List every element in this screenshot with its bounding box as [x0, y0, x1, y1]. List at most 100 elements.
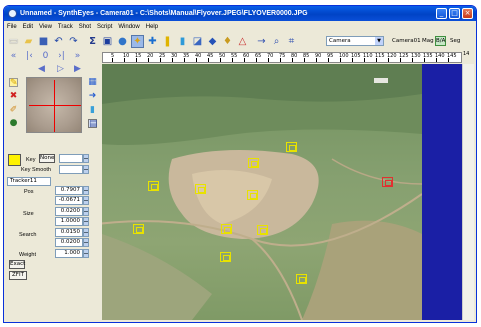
- step-back-icon[interactable]: |‹: [24, 51, 35, 62]
- seg-label[interactable]: Seg: [450, 38, 460, 44]
- sum-icon[interactable]: Σ: [86, 35, 99, 48]
- arrow-right-icon[interactable]: ➜: [88, 92, 97, 101]
- menu-view[interactable]: View: [39, 24, 52, 30]
- delete-icon[interactable]: ✖: [9, 92, 18, 101]
- minimize-button[interactable]: _: [436, 8, 447, 19]
- timeline-tick: [220, 58, 221, 62]
- graph-icon[interactable]: ◪: [191, 35, 204, 48]
- menu-window[interactable]: Window: [118, 24, 139, 30]
- fast-forward-icon[interactable]: »: [72, 51, 83, 62]
- tracker-marker[interactable]: [195, 184, 206, 194]
- cylinder-icon[interactable]: ▮: [88, 106, 97, 115]
- close-button[interactable]: ×: [462, 8, 473, 19]
- maximize-button[interactable]: □: [449, 8, 460, 19]
- aerial-footage: [102, 64, 422, 320]
- paint-icon[interactable]: ♦: [221, 35, 234, 48]
- timeline-tick: [196, 58, 197, 62]
- next-key-icon[interactable]: ▶: [74, 64, 81, 74]
- fit-icon[interactable]: ⌗: [285, 35, 298, 48]
- tracker-name-field[interactable]: Tracker11: [7, 177, 51, 186]
- tracker-marker[interactable]: [221, 224, 232, 234]
- pos-x-spinner[interactable]: [83, 186, 89, 195]
- key-smooth-spinner[interactable]: [83, 165, 89, 174]
- exact-button[interactable]: Exact: [9, 260, 25, 269]
- before-after-button[interactable]: B/A: [435, 36, 446, 46]
- timeline-tick: [316, 58, 317, 62]
- open-folder-icon[interactable]: ▰: [22, 35, 35, 48]
- globe-icon[interactable]: ●: [116, 35, 129, 48]
- menu-track[interactable]: Track: [58, 24, 73, 30]
- undo-icon[interactable]: ↶: [52, 35, 65, 48]
- pen-icon[interactable]: ✐: [9, 106, 18, 115]
- redo-icon[interactable]: ↷: [67, 35, 80, 48]
- timeline-tick: [340, 58, 341, 62]
- search-x-field[interactable]: 0.0150: [55, 228, 83, 237]
- weight-spinner[interactable]: [83, 249, 89, 258]
- timeline-tick: [328, 58, 329, 62]
- size-x-field[interactable]: 0.0200: [55, 207, 83, 216]
- lock-icon[interactable]: ●: [9, 119, 18, 128]
- pos-y-spinner[interactable]: [83, 196, 89, 205]
- cube-icon[interactable]: ◆: [206, 35, 219, 48]
- chevron-down-icon[interactable]: ▼: [375, 37, 383, 45]
- menu-script[interactable]: Script: [97, 24, 112, 30]
- tracker-marker[interactable]: [133, 224, 144, 234]
- table-icon[interactable]: ▤: [88, 119, 98, 129]
- play-icon[interactable]: ▷: [57, 64, 64, 74]
- pos-x-field[interactable]: 0.7907: [55, 186, 83, 195]
- title-bar[interactable]: Unnamed - SynthEyes - Camera01 - C:\Shot…: [4, 6, 476, 21]
- arrow-right-icon[interactable]: →: [255, 35, 268, 48]
- shape-icon[interactable]: △: [236, 35, 249, 48]
- tracker-tool-icon[interactable]: ✦: [131, 35, 144, 48]
- size-y-field[interactable]: 1.0000: [55, 217, 83, 226]
- film-icon[interactable]: ▣: [101, 35, 114, 48]
- prev-key-icon[interactable]: ◀: [38, 64, 45, 74]
- vertical-scrollbar[interactable]: [462, 64, 474, 320]
- key-field[interactable]: [59, 154, 83, 163]
- weight-field[interactable]: 1.000: [55, 249, 83, 258]
- menu-help[interactable]: Help: [146, 24, 158, 30]
- tracker-preview[interactable]: [26, 77, 82, 133]
- tracker-marker[interactable]: [286, 142, 297, 152]
- lens-icon[interactable]: ❚: [161, 35, 174, 48]
- search-y-field[interactable]: 0.0200: [55, 238, 83, 247]
- weight-label: Weight: [19, 252, 37, 258]
- timeline-ruler[interactable]: 5 10 15 20 25 30 35 40 45 50 55 60 65 70 75 80 85 90 95 100…: [102, 52, 462, 63]
- camera-select[interactable]: Camera ▼: [326, 36, 384, 46]
- solver-icon[interactable]: ✚: [146, 35, 159, 48]
- save-icon[interactable]: ■: [37, 35, 50, 48]
- current-frame[interactable]: 0: [40, 51, 51, 62]
- step-forward-icon[interactable]: ›|: [56, 51, 67, 62]
- tracker-create-icon[interactable]: ✎: [9, 78, 18, 88]
- camera-viewport[interactable]: [102, 64, 422, 320]
- key-spinner[interactable]: [83, 154, 89, 163]
- treeline-far: [102, 64, 422, 104]
- menu-file[interactable]: File: [7, 24, 17, 30]
- tracker-marker[interactable]: [248, 158, 259, 168]
- size-x-spinner[interactable]: [83, 207, 89, 216]
- timeline-tick: [424, 58, 425, 62]
- key-none-button[interactable]: None: [39, 154, 55, 163]
- tracker-marker[interactable]: [148, 181, 159, 191]
- size-y-spinner[interactable]: [83, 217, 89, 226]
- clipboard-icon[interactable]: ▮: [176, 35, 189, 48]
- rewind-icon[interactable]: «: [8, 51, 19, 62]
- zfit-button[interactable]: ZFIT: [9, 271, 27, 280]
- tracker-marker[interactable]: [220, 252, 231, 262]
- search-x-spinner[interactable]: [83, 228, 89, 237]
- tracker-marker[interactable]: [247, 190, 258, 200]
- key-smooth-field[interactable]: [59, 165, 83, 174]
- tracker-color-swatch[interactable]: [8, 154, 21, 166]
- menu-shot[interactable]: Shot: [79, 24, 91, 30]
- pos-y-field[interactable]: -0.0671: [55, 196, 83, 205]
- selected-tracker-marker[interactable]: [382, 177, 393, 187]
- color-grid-icon[interactable]: ▦: [88, 78, 97, 87]
- timeline-tick: [280, 58, 281, 62]
- menu-edit[interactable]: Edit: [23, 24, 33, 30]
- tracker-marker[interactable]: [257, 225, 268, 235]
- new-file-icon[interactable]: ▭: [7, 35, 20, 48]
- mag-label[interactable]: Mag: [422, 38, 434, 44]
- tracker-marker[interactable]: [296, 274, 307, 284]
- zoom-icon[interactable]: ⌕: [270, 35, 283, 48]
- search-y-spinner[interactable]: [83, 238, 89, 247]
